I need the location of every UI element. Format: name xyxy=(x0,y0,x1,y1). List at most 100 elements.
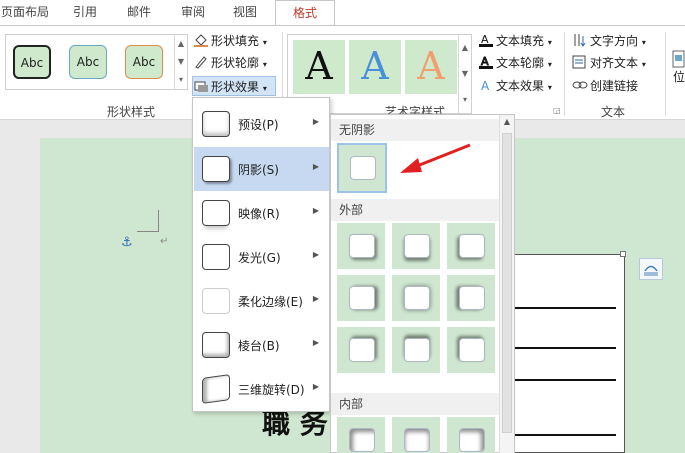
shadow-option-outer[interactable] xyxy=(392,223,440,269)
shadow-preview xyxy=(404,234,430,258)
text-effects-button[interactable]: A 文本效果 ▾ xyxy=(478,76,552,96)
shadow-option-outer[interactable] xyxy=(337,275,385,321)
scroll-down-icon[interactable]: ▼ xyxy=(175,53,187,71)
shadow-preview xyxy=(404,428,430,452)
paint-bucket-icon xyxy=(194,34,208,47)
text-effects-icon: A xyxy=(481,79,490,92)
menu-item-reflection[interactable]: 映像(R) ▶ xyxy=(194,191,329,235)
3d-rotation-thumbnail xyxy=(202,374,230,404)
ribbon-tab-bar: 页面布局 引用 邮件 审阅 视图 格式 xyxy=(0,0,685,26)
shadow-option-inner[interactable] xyxy=(337,417,385,453)
layout-options-icon xyxy=(644,265,658,276)
shadow-option-outer[interactable] xyxy=(337,223,385,269)
submenu-arrow-icon: ▶ xyxy=(312,382,319,391)
margin-corner-mark xyxy=(137,210,159,232)
submenu-arrow-icon: ▶ xyxy=(312,250,319,259)
section-inner: 内部 xyxy=(331,393,501,415)
submenu-arrow-icon: ▶ xyxy=(312,294,319,303)
menu-item-3d-rotation[interactable]: 三维旋转(D) ▶ xyxy=(194,367,329,411)
shadow-preview xyxy=(349,234,375,258)
menu-item-glow[interactable]: 发光(G) ▶ xyxy=(194,235,329,279)
menu-item-preset[interactable]: 预设(P) ▶ xyxy=(194,102,329,146)
tab-view[interactable]: 视图 xyxy=(222,0,268,26)
shadow-preview xyxy=(350,156,376,180)
tab-page-layout[interactable]: 页面布局 xyxy=(0,0,50,26)
link-icon xyxy=(572,81,588,89)
shadow-option-inner[interactable] xyxy=(447,417,495,453)
bevel-thumbnail xyxy=(202,332,230,358)
shadow-option-outer[interactable] xyxy=(392,275,440,321)
menu-item-soft-edges[interactable]: 柔化边缘(E) ▶ xyxy=(194,279,329,323)
tab-format[interactable]: 格式 xyxy=(275,0,335,26)
scrollbar-thumb[interactable] xyxy=(502,133,512,433)
tab-mailings[interactable]: 邮件 xyxy=(116,0,162,26)
scroll-up-icon[interactable]: ▲ xyxy=(175,35,187,53)
shadow-option-outer[interactable] xyxy=(392,327,440,373)
shape-style-2[interactable]: Abc xyxy=(69,45,107,79)
shadow-option-inner[interactable] xyxy=(392,417,440,453)
shape-style-gallery: Abc Abc Abc ▲ ▼ ▾ xyxy=(5,34,188,90)
group-separator xyxy=(665,32,666,116)
expand-icon[interactable]: ▾ xyxy=(459,87,471,113)
expand-icon[interactable]: ▾ xyxy=(175,71,187,89)
shape-style-1[interactable]: Abc xyxy=(13,45,51,79)
shadow-preview xyxy=(459,428,485,452)
submenu-arrow-icon: ▶ xyxy=(312,117,319,126)
tab-references[interactable]: 引用 xyxy=(62,0,108,26)
dialog-launcher-icon[interactable]: ◲ xyxy=(553,106,561,115)
scroll-down-icon[interactable]: ▼ xyxy=(459,61,471,87)
wordart-style-3[interactable]: A xyxy=(405,40,457,94)
shape-outline-button[interactable]: 形状轮廓 ▾ xyxy=(193,53,267,73)
submenu-arrow-icon: ▶ xyxy=(312,162,319,171)
table-line xyxy=(501,347,616,349)
shadow-option-outer[interactable] xyxy=(337,327,385,373)
text-outline-icon: A xyxy=(479,55,493,69)
reflection-thumbnail xyxy=(202,200,230,226)
layout-options-button[interactable] xyxy=(639,258,663,280)
shadow-preview xyxy=(404,338,430,362)
table-line xyxy=(501,434,616,436)
align-text-button[interactable]: 对齐文本 ▾ xyxy=(572,53,646,73)
table-line xyxy=(501,379,616,381)
tab-review[interactable]: 审阅 xyxy=(170,0,216,26)
shadow-option-none[interactable] xyxy=(337,143,387,193)
scroll-up-icon[interactable]: ▲ xyxy=(459,35,471,61)
text-box-shape[interactable] xyxy=(500,254,625,453)
shape-effects-icon xyxy=(194,81,208,92)
group-separator xyxy=(564,32,565,116)
gallery-scrollbar[interactable]: ▲ ▼ ▾ xyxy=(174,35,187,89)
submenu-arrow-icon: ▶ xyxy=(312,206,319,215)
menu-item-bevel[interactable]: 棱台(B) ▶ xyxy=(194,323,329,367)
section-no-shadow: 无阴影 xyxy=(331,119,501,141)
scroll-up-icon[interactable]: ▲ xyxy=(500,117,514,126)
shape-style-3[interactable]: Abc xyxy=(125,45,163,79)
shadow-option-outer[interactable] xyxy=(447,275,495,321)
text-fill-button[interactable]: A 文本填充 ▾ xyxy=(478,31,552,51)
wordart-gallery-scrollbar[interactable]: ▲ ▼ ▾ xyxy=(458,35,471,113)
group-label-text: 文本 xyxy=(601,105,626,119)
text-outline-button[interactable]: A 文本轮廓 ▾ xyxy=(478,53,552,73)
submenu-arrow-icon: ▶ xyxy=(312,338,319,347)
shape-fill-button[interactable]: 形状填充 ▾ xyxy=(193,31,267,51)
menu-item-shadow[interactable]: 阴影(S) ▶ xyxy=(194,147,329,191)
submenu-scrollbar[interactable]: ▲ xyxy=(499,115,514,453)
wordart-style-1[interactable]: A xyxy=(293,40,345,94)
section-outer: 外部 xyxy=(331,199,501,221)
create-link-button[interactable]: 创建链接 xyxy=(572,76,638,96)
shadow-preview xyxy=(349,286,375,310)
wordart-style-2[interactable]: A xyxy=(349,40,401,94)
align-text-icon xyxy=(572,55,586,69)
text-direction-icon xyxy=(574,34,586,47)
text-direction-button[interactable]: 文字方向 ▾ xyxy=(572,31,646,51)
shadow-option-outer[interactable] xyxy=(447,327,495,373)
resize-handle[interactable] xyxy=(620,251,626,257)
group-label-shape-styles: 形状样式 xyxy=(107,105,156,119)
pen-icon xyxy=(195,56,207,69)
shadow-option-outer[interactable] xyxy=(447,223,495,269)
annotation-arrow-icon xyxy=(400,143,471,173)
soft-edges-thumbnail xyxy=(202,288,230,314)
shadow-preview xyxy=(349,428,375,452)
position-label: 位 xyxy=(673,70,685,84)
shape-effects-button[interactable]: 形状效果 ▾ xyxy=(192,76,276,96)
shadow-preview xyxy=(349,338,375,362)
